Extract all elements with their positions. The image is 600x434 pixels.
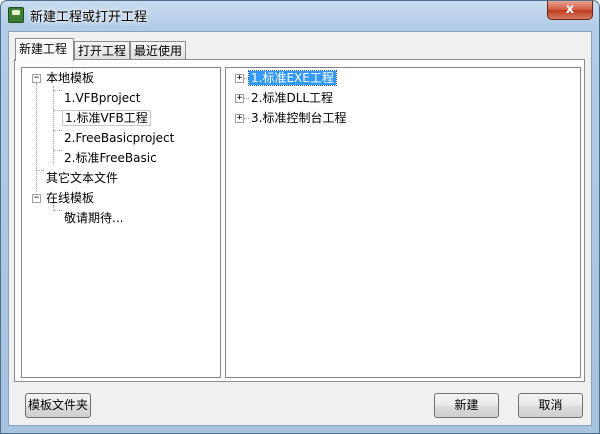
new-button[interactable]: 新建 [434, 393, 499, 418]
app-icon [8, 7, 24, 23]
tree-node-local-templates[interactable]: 本地模板 [44, 69, 96, 87]
cancel-button[interactable]: 取消 [518, 393, 583, 418]
expand-icon[interactable]: + [235, 94, 244, 103]
tab-new-project[interactable]: 新建工程 [15, 38, 74, 61]
dialog-window: 新建工程或打开工程 x 新建工程 打开工程 最近使用 − 本地模板 1.VFBp… [0, 0, 600, 434]
tab-open-project[interactable]: 打开工程 [74, 41, 130, 60]
tree-node-item[interactable]: 2.标准FreeBasic [62, 149, 159, 167]
title-bar[interactable]: 新建工程或打开工程 x [1, 1, 599, 29]
tree-node-item[interactable]: 2.FreeBasicproject [62, 129, 176, 147]
close-button[interactable]: x [547, 1, 593, 20]
tree-node-item[interactable]: 1.VFBproject [62, 89, 142, 107]
project-template-tree[interactable]: + 1.标准EXE工程 + 2.标准DLL工程 + 3.标准控制台工程 [225, 67, 581, 378]
collapse-icon[interactable]: − [32, 74, 41, 83]
tree-node-standard-console[interactable]: 3.标准控制台工程 [249, 109, 348, 127]
tree-node-standard-exe[interactable]: 1.标准EXE工程 [248, 69, 337, 87]
tree-node-standard-dll[interactable]: 2.标准DLL工程 [249, 89, 335, 107]
template-folder-button[interactable]: 模板文件夹 [25, 393, 91, 418]
expand-icon[interactable]: + [235, 74, 244, 83]
tree-node-online-templates[interactable]: 在线模板 [44, 189, 96, 207]
dialog-client: 新建工程 打开工程 最近使用 − 本地模板 1.VFBproject 1.标准V… [8, 31, 592, 426]
collapse-icon[interactable]: − [32, 194, 41, 203]
tree-node-other-text-files[interactable]: 其它文本文件 [44, 169, 120, 187]
tree-node-item[interactable]: 敬请期待... [62, 209, 125, 227]
tab-panel: − 本地模板 1.VFBproject 1.标准VFB工程 2.FreeBasi… [14, 59, 585, 382]
tree-node-item[interactable]: 1.标准VFB工程 [62, 109, 151, 127]
expand-icon[interactable]: + [235, 114, 244, 123]
window-title: 新建工程或打开工程 [30, 10, 148, 25]
template-category-tree[interactable]: − 本地模板 1.VFBproject 1.标准VFB工程 2.FreeBasi… [21, 67, 221, 378]
tab-recent[interactable]: 最近使用 [130, 41, 186, 60]
